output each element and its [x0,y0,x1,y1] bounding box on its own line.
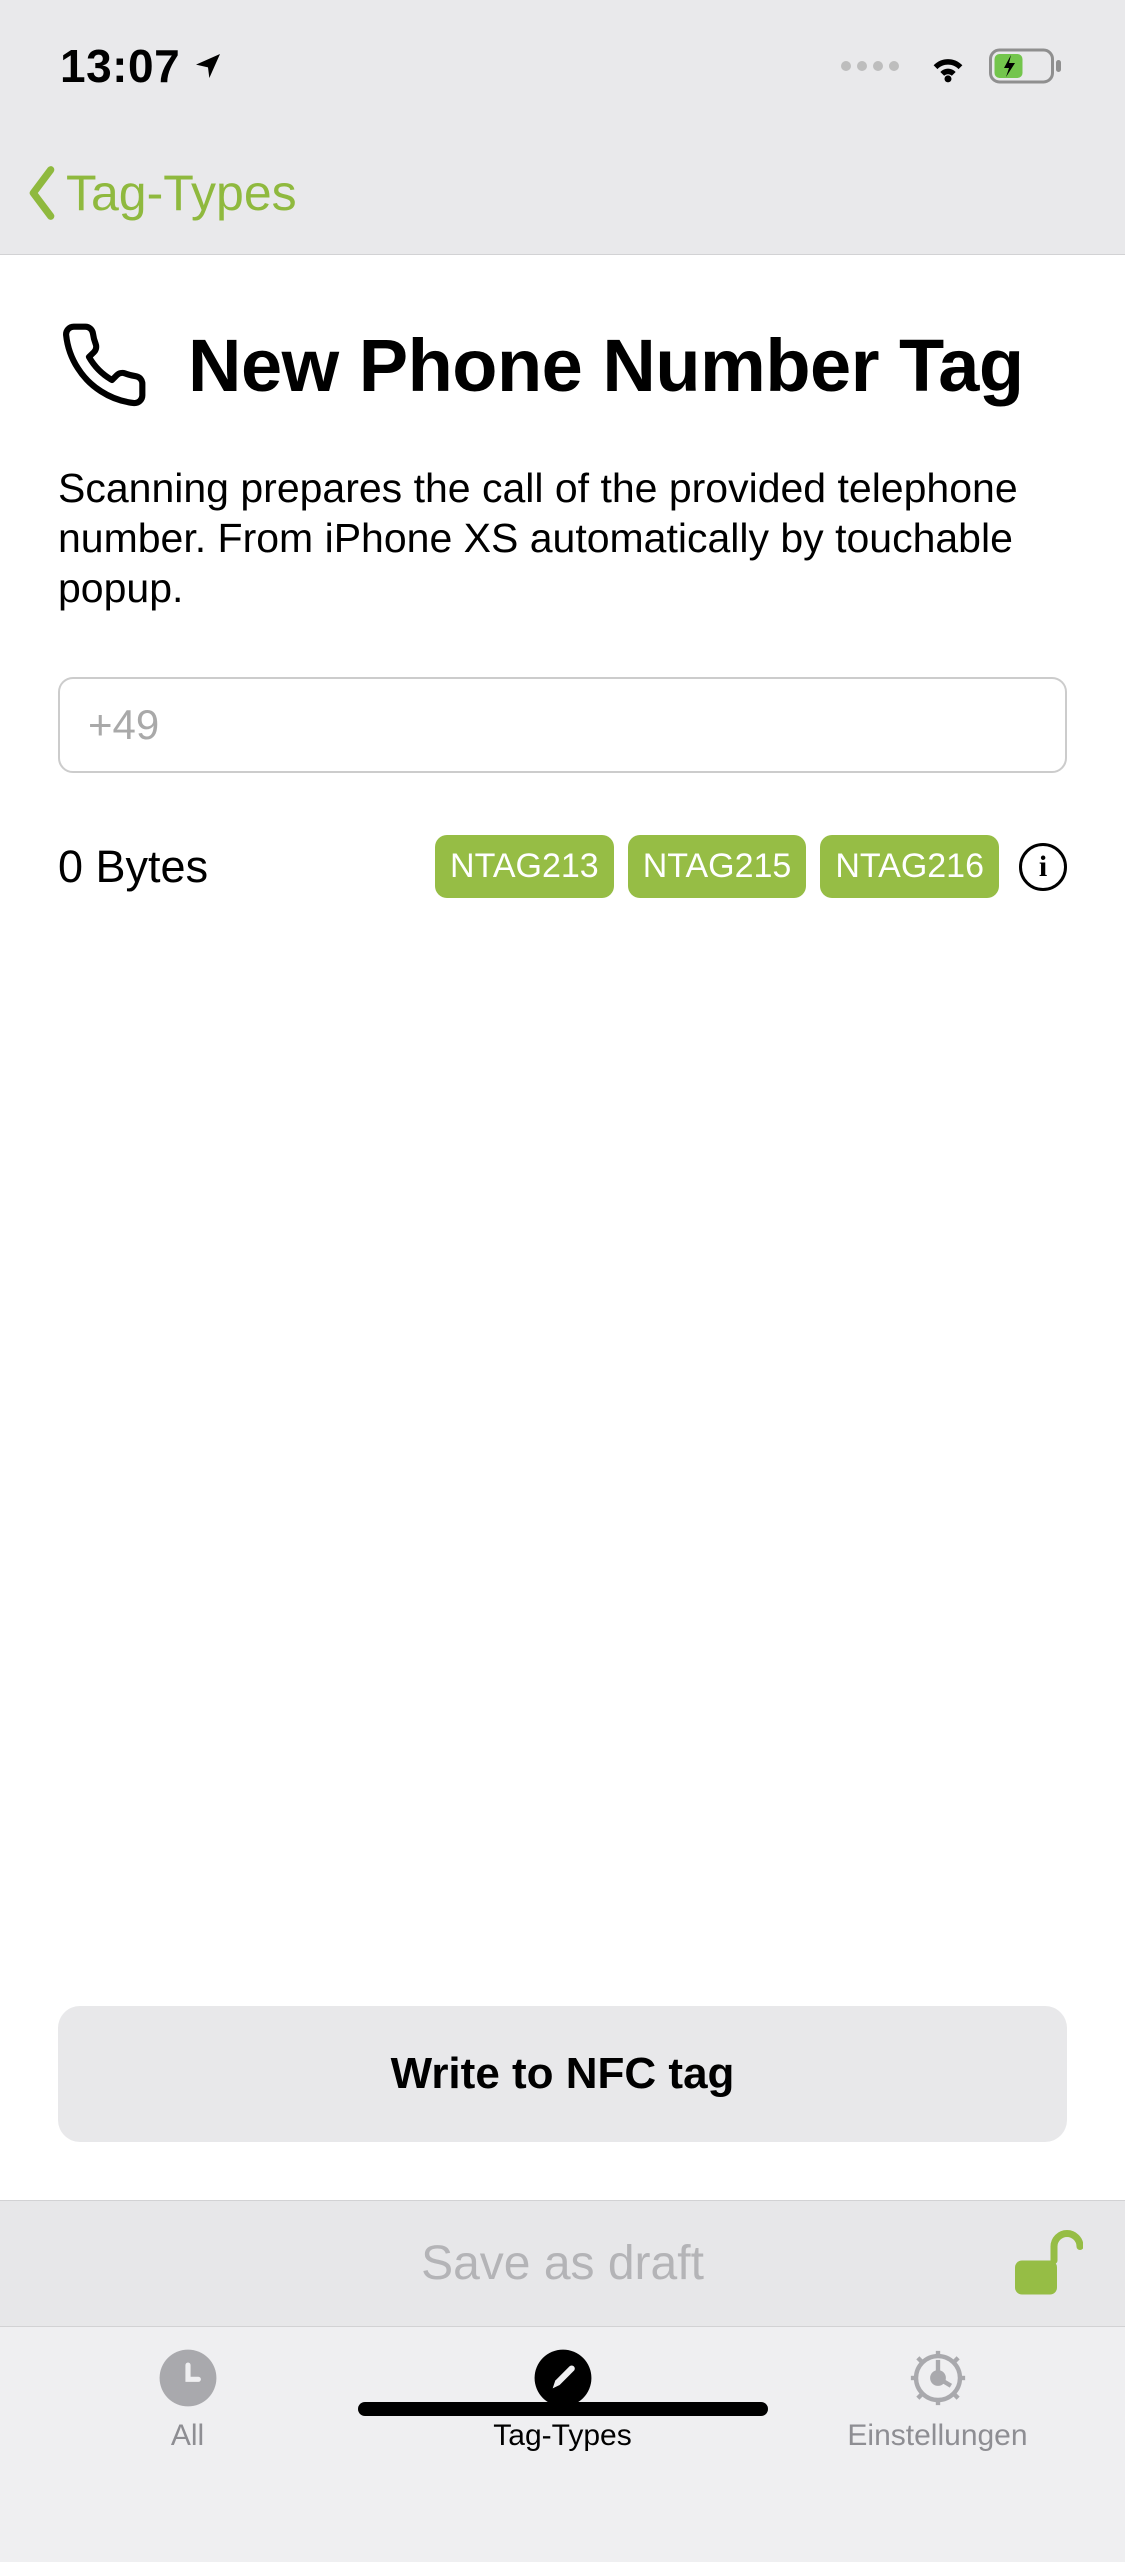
byte-row: 0 Bytes NTAG213 NTAG215 NTAG216 i [58,835,1067,898]
spacer [58,898,1067,2006]
back-label: Tag-Types [66,164,297,222]
tab-label: All [171,2419,204,2453]
status-right [841,43,1065,89]
write-button-label: Write to NFC tag [391,2049,735,2099]
title-row: New Phone Number Tag [58,313,1067,411]
nav-header: Tag-Types [0,132,1125,255]
lock-toggle[interactable] [1011,2226,1083,2301]
tag-chip-ntag216[interactable]: NTAG216 [820,835,999,898]
main-content: New Phone Number Tag Scanning prepares t… [0,255,1125,2200]
tag-chip-ntag215[interactable]: NTAG215 [628,835,807,898]
battery-icon [989,47,1065,85]
save-draft-bar: Save as draft [0,2200,1125,2326]
home-indicator[interactable] [358,2402,768,2416]
page-description: Scanning prepares the call of the provid… [58,463,1067,613]
tab-all[interactable]: All [0,2327,375,2562]
phone-placeholder: +49 [88,701,159,749]
tab-label: Tag-Types [493,2419,631,2453]
tab-bar: All Tag-Types Einstellungen [0,2326,1125,2562]
wifi-icon [925,43,971,89]
status-left: 13:07 [60,39,224,93]
status-time: 13:07 [60,39,180,93]
status-bar: 13:07 [0,0,1125,132]
phone-icon [58,319,150,411]
location-icon [192,50,224,82]
phone-number-field[interactable]: +49 [58,677,1067,773]
unlock-icon [1011,2226,1083,2296]
write-nfc-button[interactable]: Write to NFC tag [58,2006,1067,2142]
save-draft-button[interactable]: Save as draft [421,2236,704,2291]
tag-chip-group: NTAG213 NTAG215 NTAG216 i [435,835,1067,898]
back-button[interactable]: Tag-Types [22,164,297,222]
page-title: New Phone Number Tag [188,323,1024,408]
cell-dots-icon [841,61,899,71]
chevron-left-icon [22,164,62,222]
tab-tag-types[interactable]: Tag-Types [375,2327,750,2562]
tab-label: Einstellungen [847,2419,1027,2453]
clock-icon [157,2347,219,2409]
info-icon[interactable]: i [1019,843,1067,891]
pencil-circle-icon [532,2347,594,2409]
tag-chip-ntag213[interactable]: NTAG213 [435,835,614,898]
bytes-label: 0 Bytes [58,841,208,893]
tab-settings[interactable]: Einstellungen [750,2327,1125,2562]
gear-icon [907,2347,969,2409]
